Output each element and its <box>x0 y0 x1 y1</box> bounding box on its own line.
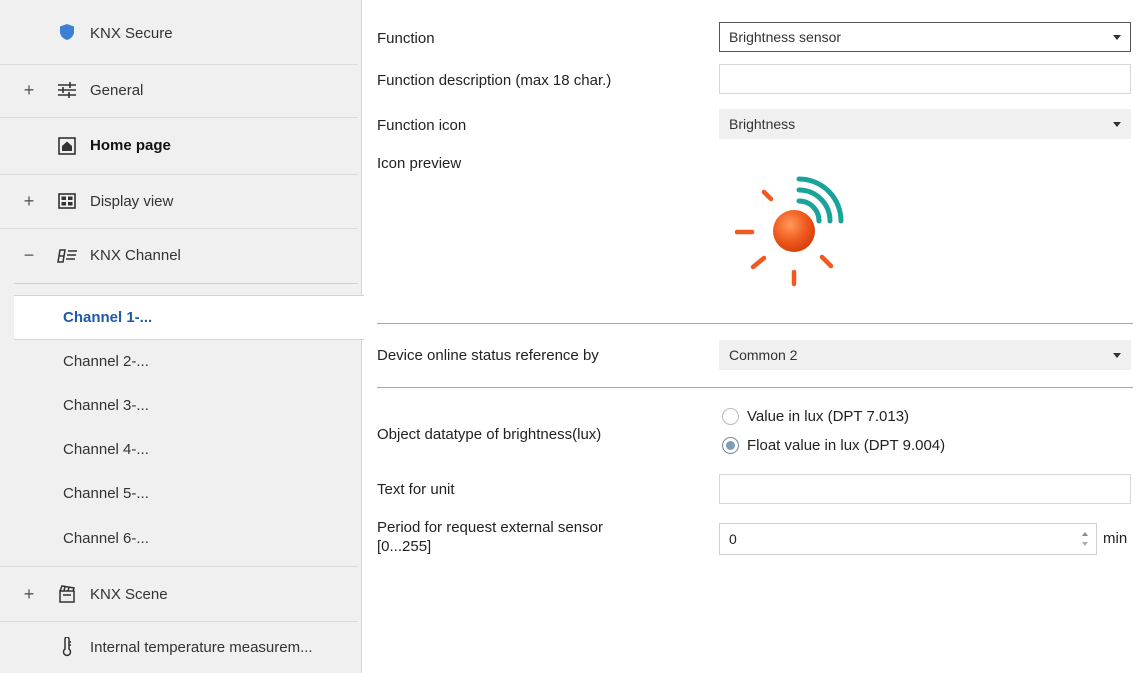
divider <box>377 387 1133 388</box>
divider <box>14 283 358 284</box>
unit-text-input[interactable] <box>719 474 1131 504</box>
function-icon-label: Function icon <box>377 117 467 134</box>
datatype-label: Object datatype of brightness(lux) <box>377 426 602 443</box>
radio-button[interactable] <box>722 408 739 425</box>
radio-label: Value in lux (DPT 7.013) <box>747 408 910 425</box>
online-status-select[interactable]: Common 2 <box>719 340 1131 370</box>
expand-icon[interactable]: + <box>22 81 36 99</box>
unit-text-label: Text for unit <box>377 481 455 498</box>
sidebar-item-label: Internal temperature measurem... <box>90 639 313 656</box>
period-unit: min <box>1103 530 1128 547</box>
divider <box>377 323 1133 324</box>
sidebar-item-label: General <box>90 82 144 99</box>
shield-icon <box>56 21 78 43</box>
function-description-input[interactable] <box>719 64 1131 94</box>
period-label: Period for request external sensor <box>377 519 603 536</box>
function-value: Brightness sensor <box>729 29 842 45</box>
sidebar-item-channel-3[interactable]: Channel 3-... <box>0 384 358 429</box>
grid-icon <box>56 190 78 212</box>
dropdown-arrow-icon <box>1113 35 1121 40</box>
sidebar-item-label: Channel 6-... <box>63 530 149 547</box>
sliders-icon <box>56 79 78 101</box>
icon-preview-label: Icon preview <box>377 155 462 172</box>
increment-icon[interactable] <box>1082 532 1088 536</box>
sidebar-item-channel-5[interactable]: Channel 5-... <box>0 472 358 517</box>
sidebar-item-knx-scene[interactable]: + KNX Scene <box>0 567 358 622</box>
decrement-icon[interactable] <box>1082 542 1088 546</box>
sidebar-item-channel-6[interactable]: Channel 6-... <box>0 517 358 567</box>
sidebar: KNX Secure + General Home page + Display… <box>0 0 364 673</box>
function-label: Function <box>377 30 435 47</box>
sidebar-item-display-view[interactable]: + Display view <box>0 175 358 229</box>
home-icon <box>56 135 78 157</box>
brightness-icon <box>727 168 857 298</box>
sidebar-item-knx-channel[interactable]: − KNX Channel <box>0 229 358 283</box>
sidebar-item-channel-1[interactable]: Channel 1-... <box>14 295 364 340</box>
radio-float-value-in-lux[interactable]: Float value in lux (DPT 9.004) <box>722 437 945 454</box>
function-select[interactable]: Brightness sensor <box>719 22 1131 52</box>
sidebar-item-channel-2[interactable]: Channel 2-... <box>0 340 358 385</box>
radio-label: Float value in lux (DPT 9.004) <box>747 437 946 454</box>
sidebar-item-label: Channel 3-... <box>63 397 149 414</box>
sidebar-item-label: KNX Channel <box>90 247 181 264</box>
function-icon-value: Brightness <box>729 116 796 132</box>
online-status-label: Device online status reference by <box>377 347 599 364</box>
sidebar-item-label: KNX Scene <box>90 586 168 603</box>
collapse-icon[interactable]: − <box>22 246 36 264</box>
scene-icon <box>56 583 78 605</box>
period-value: 0 <box>729 531 737 547</box>
sidebar-item-home-page[interactable]: Home page <box>0 118 358 175</box>
sidebar-item-label: Channel 5-... <box>63 485 149 502</box>
function-description-label: Function description (max 18 char.) <box>377 72 612 89</box>
period-stepper[interactable]: 0 <box>719 523 1097 555</box>
sidebar-item-general[interactable]: + General <box>0 65 358 118</box>
radio-value-in-lux[interactable]: Value in lux (DPT 7.013) <box>722 408 909 425</box>
sidebar-item-channel-4[interactable]: Channel 4-... <box>0 428 358 473</box>
expand-icon[interactable]: + <box>22 585 36 603</box>
sidebar-item-label: Channel 1-... <box>63 309 153 326</box>
period-range-label: [0...255] <box>377 538 432 555</box>
dropdown-arrow-icon <box>1113 353 1121 358</box>
sidebar-item-label: KNX Secure <box>90 25 173 42</box>
online-status-value: Common 2 <box>729 347 798 363</box>
sidebar-item-label: Channel 2-... <box>63 353 149 370</box>
sidebar-item-label: Display view <box>90 193 174 210</box>
channel-icon <box>56 245 78 267</box>
sidebar-item-label: Home page <box>90 137 171 154</box>
thermometer-icon <box>56 636 78 658</box>
sidebar-item-knx-secure[interactable]: KNX Secure <box>0 0 358 65</box>
sidebar-item-label: Channel 4-... <box>63 441 149 458</box>
radio-button-selected[interactable] <box>722 437 739 454</box>
expand-icon[interactable]: + <box>22 192 36 210</box>
sidebar-item-internal-temperature[interactable]: Internal temperature measurem... <box>0 622 358 673</box>
parameter-panel: Function Brightness sensor Function desc… <box>362 0 1138 673</box>
dropdown-arrow-icon <box>1113 122 1121 127</box>
function-icon-select[interactable]: Brightness <box>719 109 1131 139</box>
